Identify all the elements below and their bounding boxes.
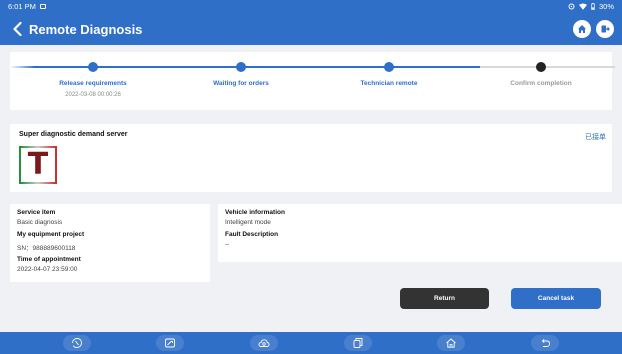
battery-percent: 30%	[598, 2, 614, 11]
return-button[interactable]: Return	[400, 288, 489, 309]
exit-button[interactable]	[596, 20, 614, 38]
nav-back[interactable]	[531, 335, 560, 351]
status-time: 6:01 PM	[8, 2, 36, 11]
home-button[interactable]	[573, 20, 591, 38]
vehicle-card: Vehicle information Intelligent mode Fau…	[218, 204, 622, 262]
equipment-value: SN：988889600118	[17, 245, 76, 252]
fault-value: --	[225, 241, 230, 248]
status-icons: 30%	[568, 2, 614, 11]
location-icon	[568, 3, 575, 10]
progress-stepper: Release requirements 2022-03-08 00:00:26…	[10, 52, 615, 110]
repair-icon	[165, 338, 176, 348]
step-label-technician: Technician remote	[360, 80, 418, 87]
nav-repair[interactable]	[156, 335, 185, 351]
battery-icon	[591, 3, 595, 10]
home-icon	[578, 25, 586, 33]
step-label-confirm: Confirm completion	[510, 80, 572, 87]
page-title: Remote Diagnosis	[29, 21, 143, 37]
step-label-release: Release requirements	[59, 80, 127, 87]
progress-track-start	[10, 66, 35, 68]
vehicle-info-label: Vehicle information	[225, 209, 285, 216]
server-card: Super diagnostic demand server 已接单 T	[10, 124, 612, 192]
step-dot-technician	[384, 62, 394, 72]
bottom-nav	[0, 332, 622, 354]
service-card: Service item Basic diagnosis My equipmen…	[10, 204, 210, 282]
step-label-waiting: Waiting for orders	[213, 80, 269, 87]
exit-icon	[601, 25, 610, 33]
status-bar: 6:01 PM 30%	[0, 0, 622, 13]
copy-icon	[353, 338, 363, 348]
logo-letter: T	[27, 147, 49, 182]
cloud-icon	[258, 339, 270, 347]
server-title: Super diagnostic demand server	[19, 131, 128, 138]
server-logo: T	[19, 146, 57, 184]
back-button[interactable]	[6, 13, 28, 45]
step-dot-release	[88, 62, 98, 72]
step-date-release: 2022-03-08 00:00:26	[65, 92, 121, 98]
step-dot-waiting	[236, 62, 246, 72]
cancel-task-button[interactable]: Cancel task	[511, 288, 601, 309]
wifi-icon	[578, 3, 587, 10]
home-icon	[446, 338, 457, 348]
progress-track-pending	[480, 66, 615, 68]
vehicle-info-value: Intelligent mode	[225, 219, 271, 226]
back-icon	[541, 338, 551, 347]
nav-copy[interactable]	[343, 335, 372, 351]
appointment-value: 2022-04-07 23:59:00	[17, 266, 78, 273]
diagnosis-icon	[71, 338, 82, 348]
nav-cloud[interactable]	[250, 335, 279, 351]
equipment-label: My equipment project	[17, 231, 85, 238]
app-bar: Remote Diagnosis	[0, 13, 622, 45]
step-dot-confirm	[536, 62, 546, 72]
header-actions	[573, 20, 614, 38]
service-item-value: Basic diagnosis	[17, 219, 63, 226]
appointment-label: Time of appointment	[17, 256, 81, 263]
nav-home[interactable]	[437, 335, 466, 351]
progress-track-done	[35, 66, 480, 68]
notification-icon	[39, 4, 46, 9]
order-status: 已接单	[585, 134, 606, 141]
nav-diagnosis[interactable]	[62, 335, 91, 351]
fault-label: Fault Description	[225, 231, 279, 238]
service-item-label: Service item	[17, 209, 56, 216]
back-icon	[12, 22, 22, 36]
